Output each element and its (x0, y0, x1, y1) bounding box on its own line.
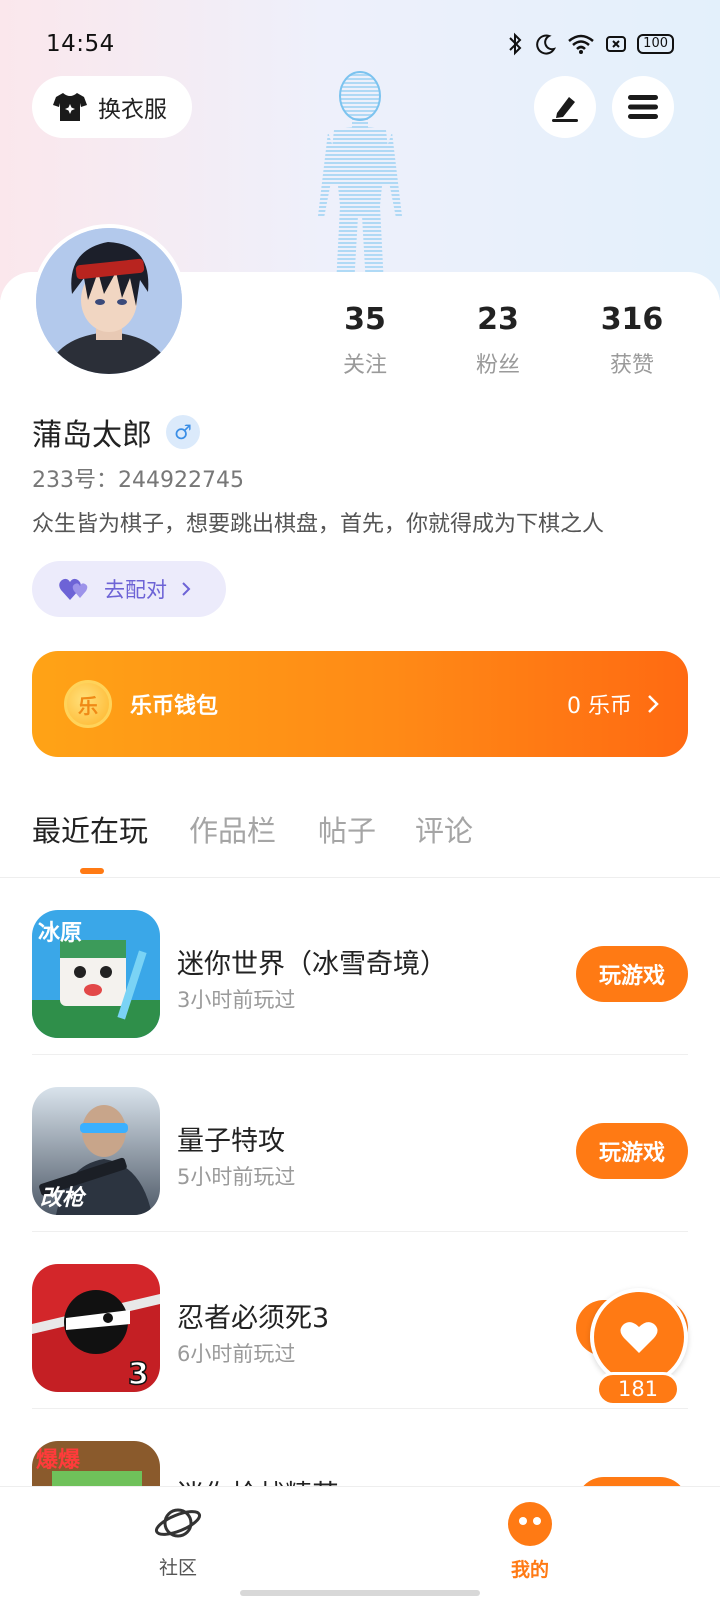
stat-fans-value: 23 (477, 302, 519, 337)
game-icon-label: 爆爆 (36, 1448, 81, 1473)
edit-profile-button[interactable] (534, 76, 596, 138)
tab-works[interactable]: 作品栏 (189, 808, 276, 850)
game-icon: 冰原 (32, 910, 160, 1038)
status-bar: 14:54 100 (0, 0, 720, 88)
stat-likes[interactable]: 316 获赞 (572, 302, 692, 379)
status-icons: 100 (505, 32, 674, 56)
game-name: 忍者必须死3 (177, 1303, 330, 1334)
like-count: 181 (596, 1372, 680, 1406)
game-name: 量子特攻 (177, 1126, 285, 1157)
face-icon (508, 1502, 552, 1546)
moon-icon (536, 34, 557, 55)
avatar-image (36, 228, 182, 374)
gender-male-icon: ♂ (166, 415, 200, 449)
tab-comments[interactable]: 评论 (415, 808, 473, 850)
status-time: 14:54 (46, 31, 115, 57)
play-game-button[interactable]: 玩游戏 (576, 1123, 688, 1179)
game-icon: 改枪 (32, 1087, 160, 1215)
wifi-icon (568, 34, 594, 54)
wallet-balance: 0 乐币 (567, 694, 632, 719)
username-row: 蒲岛太郎 ♂ (32, 410, 200, 454)
game-row[interactable]: 改枪 量子特攻 5小时前玩过 玩游戏 (32, 1055, 688, 1232)
play-game-button[interactable]: 玩游戏 (576, 946, 688, 1002)
battery-icon: 100 (637, 34, 674, 54)
change-outfit-label: 换衣服 (98, 97, 167, 123)
game-name: 迷你世界（冰雪奇境） (177, 949, 447, 980)
stat-following-label: 关注 (342, 353, 387, 378)
sim-icon (606, 36, 627, 52)
chevron-right-icon (182, 582, 191, 596)
coin-icon: 乐 (64, 680, 112, 728)
avatar-model-image (318, 71, 402, 286)
game-last-played: 6小时前玩过 (177, 1342, 296, 1366)
user-id: 233号：244922745 (32, 468, 244, 493)
nav-me[interactable]: 我的 (470, 1501, 590, 1582)
tshirt-icon (53, 93, 87, 121)
profile-tabs: 最近在玩 作品栏 帖子 评论 (0, 808, 720, 878)
change-outfit-button[interactable]: 换衣服 (32, 76, 192, 138)
bottom-navigation: 社区 我的 (0, 1486, 720, 1600)
tab-indicator (80, 868, 104, 874)
game-icon-label: 冰原 (38, 921, 82, 946)
tab-posts[interactable]: 帖子 (318, 808, 376, 850)
game-last-played: 5小时前玩过 (177, 1165, 296, 1189)
stat-likes-label: 获赞 (609, 353, 654, 378)
menu-button[interactable] (612, 76, 674, 138)
nav-community-label: 社区 (158, 1557, 197, 1579)
tab-recent-played[interactable]: 最近在玩 (32, 808, 148, 850)
bluetooth-icon (509, 32, 522, 56)
stat-following[interactable]: 35 关注 (305, 302, 425, 379)
game-icon-label: 改枪 (40, 1185, 87, 1211)
stat-fans-label: 粉丝 (475, 353, 520, 378)
game-icon-label: 3 (128, 1357, 149, 1392)
username: 蒲岛太郎 (32, 418, 152, 453)
game-icon: 3 (32, 1264, 160, 1392)
profile-avatar[interactable] (32, 224, 186, 378)
match-button[interactable]: 去配对 (32, 561, 226, 617)
heart-icon (620, 1322, 658, 1353)
game-row[interactable]: 3 忍者必须死3 6小时前玩过 玩游戏 (32, 1232, 688, 1409)
planet-icon (154, 1508, 202, 1538)
game-row[interactable]: 冰原 迷你世界（冰雪奇境） 3小时前玩过 玩游戏 (32, 878, 688, 1055)
nav-community[interactable]: 社区 (118, 1501, 238, 1580)
chevron-right-icon (648, 695, 659, 713)
hearts-icon (59, 578, 88, 600)
wallet-title: 乐币钱包 (130, 694, 219, 719)
match-label: 去配对 (104, 578, 167, 602)
pen-icon (552, 97, 578, 122)
nav-me-label: 我的 (510, 1559, 549, 1581)
stat-likes-value: 316 (600, 302, 664, 337)
user-bio: 众生皆为棋子，想要跳出棋盘，首先，你就得成为下棋之人 (32, 512, 605, 537)
stat-fans[interactable]: 23 粉丝 (438, 302, 558, 379)
wallet-card[interactable]: 乐 乐币钱包 0 乐币 (32, 651, 688, 757)
menu-icon (628, 95, 658, 119)
stat-following-value: 35 (344, 302, 386, 337)
home-indicator (240, 1590, 480, 1596)
game-last-played: 3小时前玩过 (177, 988, 296, 1012)
